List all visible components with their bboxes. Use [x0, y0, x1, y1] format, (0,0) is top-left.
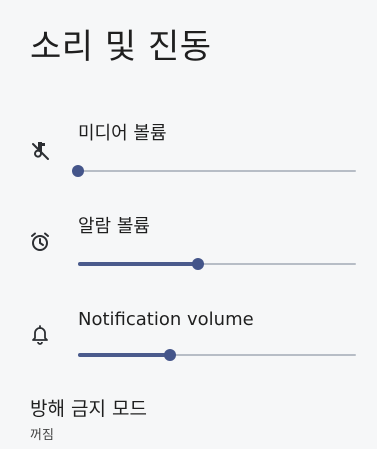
do-not-disturb-title: 방해 금지 모드: [30, 398, 147, 420]
do-not-disturb-status: 꺼짐: [30, 428, 54, 443]
music-off-icon: [28, 139, 52, 163]
notification-volume-label: Notification volume: [78, 309, 254, 330]
slider-track: [78, 170, 356, 172]
media-volume-label: 미디어 볼륨: [78, 123, 167, 144]
alarm-clock-icon: [28, 230, 52, 254]
slider-thumb[interactable]: [191, 258, 204, 270]
alarm-volume-label: 알람 볼륨: [78, 216, 150, 237]
media-volume-slider[interactable]: [72, 163, 356, 179]
slider-thumb[interactable]: [72, 165, 84, 177]
slider-active-track: [78, 262, 198, 266]
page-title: 소리 및 진동: [30, 27, 212, 67]
alarm-volume-slider[interactable]: [78, 256, 356, 272]
notification-volume-slider[interactable]: [78, 347, 356, 363]
bell-icon: [28, 322, 52, 346]
slider-thumb[interactable]: [163, 349, 176, 361]
slider-active-track: [78, 353, 170, 357]
